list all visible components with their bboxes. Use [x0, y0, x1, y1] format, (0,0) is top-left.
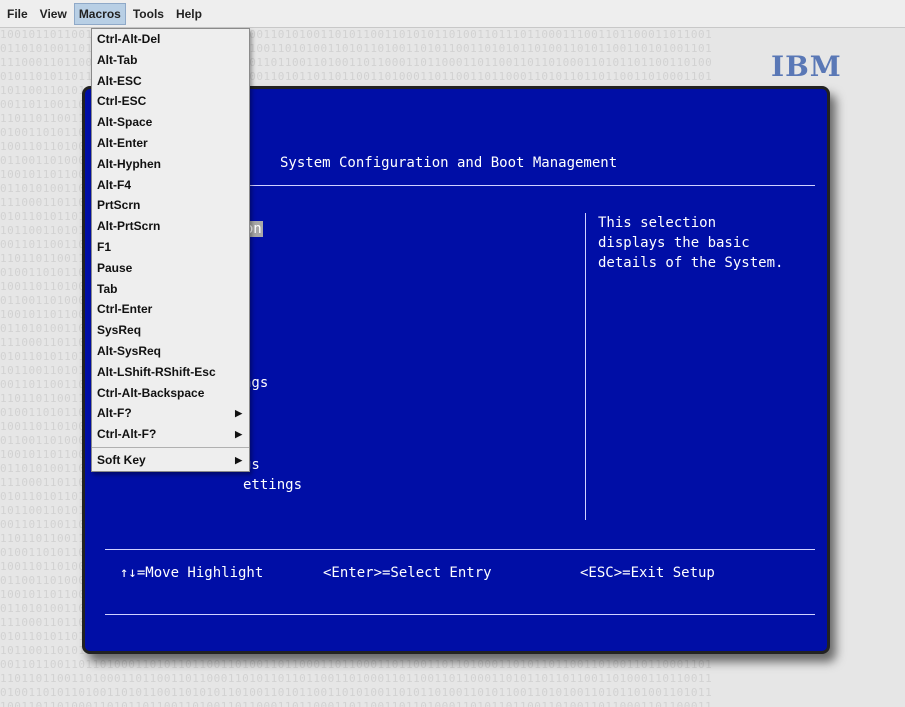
macros-dropdown: Ctrl-Alt-Del Alt-Tab Alt-ESC Ctrl-ESC Al…	[91, 28, 250, 472]
macro-alt-sysreq[interactable]: Alt-SysReq	[92, 341, 249, 362]
chevron-right-icon: ▶	[235, 408, 242, 419]
macro-ctrl-esc[interactable]: Ctrl-ESC	[92, 91, 249, 112]
bios-title: System Configuration and Boot Management	[280, 155, 618, 171]
macro-ctrl-alt-backspace[interactable]: Ctrl-Alt-Backspace	[92, 383, 249, 404]
macro-ctrl-alt-f-label: Ctrl-Alt-F?	[97, 427, 157, 442]
macro-ctrl-alt-del[interactable]: Ctrl-Alt-Del	[92, 29, 249, 50]
chevron-right-icon: ▶	[235, 454, 242, 465]
bios-column-divider	[585, 213, 586, 520]
macro-sysreq[interactable]: SysReq	[92, 320, 249, 341]
macro-ctrl-enter[interactable]: Ctrl-Enter	[92, 299, 249, 320]
macro-alt-f-submenu[interactable]: Alt-F? ▶	[92, 403, 249, 424]
menu-file[interactable]: File	[2, 3, 33, 25]
menu-view[interactable]: View	[35, 3, 72, 25]
menu-macros[interactable]: Macros	[73, 2, 126, 25]
macro-prtscrn[interactable]: PrtScrn	[92, 195, 249, 216]
bios-menu-item[interactable]: ettings	[243, 477, 302, 493]
macro-tab[interactable]: Tab	[92, 279, 249, 300]
ibm-logo: IBM	[771, 50, 842, 83]
bios-help-line: details of the System.	[598, 255, 784, 271]
bios-divider-footer	[105, 549, 815, 550]
macro-f1[interactable]: F1	[92, 237, 249, 258]
macro-alt-hyphen[interactable]: Alt-Hyphen	[92, 154, 249, 175]
menu-tools[interactable]: Tools	[128, 3, 169, 25]
soft-key-label: Soft Key	[97, 452, 146, 467]
bios-help-line: This selection	[598, 215, 717, 231]
macro-alt-enter[interactable]: Alt-Enter	[92, 133, 249, 154]
menu-help[interactable]: Help	[171, 3, 207, 25]
bios-help-line: displays the basic	[598, 235, 750, 251]
chevron-right-icon: ▶	[235, 429, 242, 440]
macro-alt-lshift-rshift-esc[interactable]: Alt-LShift-RShift-Esc	[92, 362, 249, 383]
macro-alt-prtscrn[interactable]: Alt-PrtScrn	[92, 216, 249, 237]
soft-key-submenu[interactable]: Soft Key ▶	[92, 450, 249, 471]
menu-bar: File View Macros Tools Help	[0, 0, 905, 28]
bios-footer-move: ↑↓=Move Highlight	[120, 565, 264, 581]
macro-alt-f-label: Alt-F?	[97, 406, 132, 421]
macro-ctrl-alt-f-submenu[interactable]: Ctrl-Alt-F? ▶	[92, 424, 249, 445]
bios-footer-select: <Enter>=Select Entry	[323, 565, 492, 581]
macro-alt-esc[interactable]: Alt-ESC	[92, 71, 249, 92]
macro-pause[interactable]: Pause	[92, 258, 249, 279]
macro-alt-tab[interactable]: Alt-Tab	[92, 50, 249, 71]
macro-alt-f4[interactable]: Alt-F4	[92, 175, 249, 196]
bios-divider-bottom	[105, 614, 815, 615]
bios-footer-exit: <ESC>=Exit Setup	[580, 565, 715, 581]
menu-separator	[92, 446, 249, 448]
macro-alt-space[interactable]: Alt-Space	[92, 112, 249, 133]
